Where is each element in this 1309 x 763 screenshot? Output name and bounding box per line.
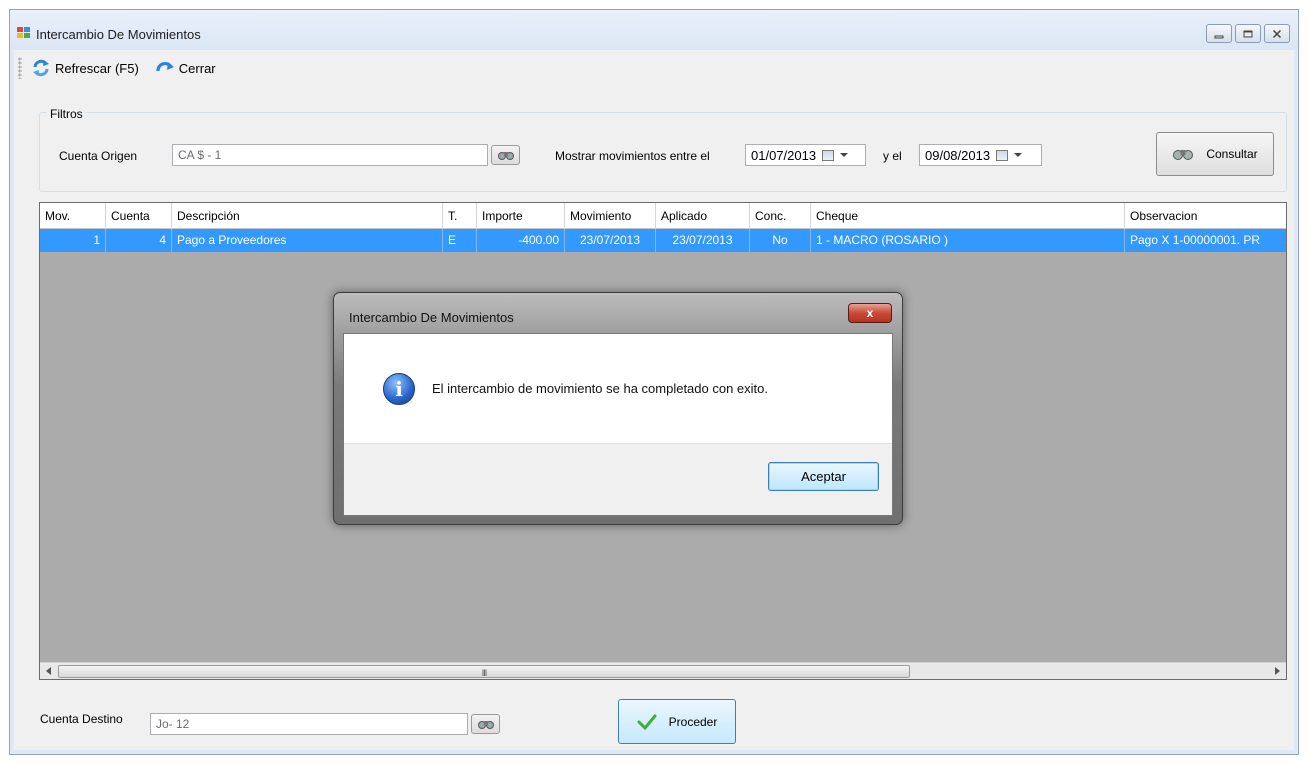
cell-aplicado: 23/07/2013	[656, 229, 750, 252]
proceder-label: Proceder	[668, 714, 718, 729]
column-header-importe[interactable]: Importe	[477, 203, 565, 229]
close-icon: x	[866, 306, 874, 320]
cell-t: E	[443, 229, 477, 252]
message-dialog: Intercambio De Movimientos x i El interc…	[333, 292, 903, 525]
grid-header: Mov. Cuenta Descripción T. Importe Movim…	[40, 203, 1286, 229]
column-header-movimiento[interactable]: Movimiento	[565, 203, 656, 229]
cell-conc: No	[750, 229, 811, 252]
proceder-button[interactable]: Proceder	[618, 699, 736, 744]
window-title: Intercambio De Movimientos	[36, 27, 201, 42]
dialog-message: El intercambio de movimiento se ha compl…	[432, 381, 769, 396]
cell-importe: -400.00	[477, 229, 565, 252]
dialog-body: i El intercambio de movimiento se ha com…	[343, 333, 893, 516]
binoculars-icon	[1173, 150, 1194, 160]
column-header-descripcion[interactable]: Descripción	[172, 203, 443, 229]
cuenta-destino-field[interactable]: Jo- 12	[150, 713, 468, 735]
horizontal-scrollbar[interactable]: III	[40, 662, 1286, 679]
aceptar-label: Aceptar	[801, 469, 846, 484]
cell-mov: 1	[40, 229, 106, 252]
binoculars-icon	[477, 721, 494, 729]
column-header-cheque[interactable]: Cheque	[811, 203, 1125, 229]
scroll-right-icon[interactable]	[1275, 667, 1280, 675]
calendar-icon	[996, 149, 1009, 161]
scroll-grip: III	[481, 668, 487, 678]
refresh-button[interactable]: Refrescar (F5)	[28, 56, 142, 80]
close-tool-button[interactable]: Cerrar	[152, 56, 219, 80]
cuenta-destino-label: Cuenta Destino	[40, 712, 123, 726]
checkmark-icon	[637, 714, 657, 730]
table-row[interactable]: 1 4 Pago a Proveedores E -400.00 23/07/2…	[40, 229, 1286, 252]
y-el-label: y el	[883, 149, 902, 163]
column-header-observacion[interactable]: Observacion	[1125, 203, 1286, 229]
cuenta-destino-search-button[interactable]	[471, 714, 500, 734]
cuenta-origen-field[interactable]: CA $ - 1	[172, 144, 488, 166]
app-icon	[17, 27, 31, 39]
column-header-conc[interactable]: Conc.	[750, 203, 811, 229]
column-header-aplicado[interactable]: Aplicado	[656, 203, 750, 229]
dialog-title: Intercambio De Movimientos	[349, 310, 514, 325]
chevron-down-icon	[1014, 153, 1023, 157]
dialog-footer: Aceptar	[344, 443, 892, 515]
cell-movimiento: 23/07/2013	[565, 229, 656, 252]
dialog-close-button[interactable]: x	[848, 303, 892, 323]
calendar-icon	[822, 149, 835, 161]
column-header-t[interactable]: T.	[443, 203, 477, 229]
chevron-down-icon	[840, 153, 849, 157]
toolbar: Refrescar (F5) Cerrar	[14, 54, 1294, 82]
column-header-cuenta[interactable]: Cuenta	[106, 203, 172, 229]
cell-descripcion: Pago a Proveedores	[172, 229, 443, 252]
binoculars-icon	[497, 152, 514, 160]
scroll-left-icon[interactable]	[46, 667, 51, 675]
close-window-button[interactable]	[1264, 24, 1290, 43]
cuenta-origen-search-button[interactable]	[491, 145, 520, 165]
consultar-label: Consultar	[1206, 147, 1258, 161]
close-tool-label: Cerrar	[178, 60, 216, 76]
toolbar-grip[interactable]	[18, 57, 22, 79]
title-bar: Intercambio De Movimientos	[10, 10, 1298, 50]
exit-arrow-icon	[156, 62, 174, 72]
maximize-button[interactable]	[1235, 24, 1261, 43]
refresh-icon	[33, 59, 49, 77]
cell-cuenta: 4	[106, 229, 172, 252]
scrollbar-thumb[interactable]: III	[58, 665, 910, 678]
cuenta-origen-label: Cuenta Origen	[59, 149, 138, 163]
cell-cheque: 1 - MACRO (ROSARIO )	[811, 229, 1125, 252]
close-icon	[1272, 29, 1282, 38]
minimize-button[interactable]	[1206, 24, 1232, 43]
information-icon: i	[383, 373, 415, 405]
mostrar-label: Mostrar movimientos entre el	[555, 149, 710, 163]
minimize-icon	[1214, 35, 1224, 38]
consultar-button[interactable]: Consultar	[1156, 132, 1274, 176]
date-from-value: 01/07/2013	[751, 147, 817, 163]
maximize-icon	[1243, 30, 1253, 37]
column-header-mov[interactable]: Mov.	[40, 203, 106, 229]
cell-observacion: Pago X 1-00000001. PR	[1130, 233, 1261, 247]
date-to-picker[interactable]: 09/08/2013	[919, 144, 1042, 166]
refresh-label: Refrescar (F5)	[55, 60, 139, 76]
filters-group-label: Filtros	[47, 107, 86, 121]
date-to-value: 09/08/2013	[925, 147, 991, 163]
aceptar-button[interactable]: Aceptar	[768, 462, 879, 491]
date-from-picker[interactable]: 01/07/2013	[745, 144, 866, 166]
